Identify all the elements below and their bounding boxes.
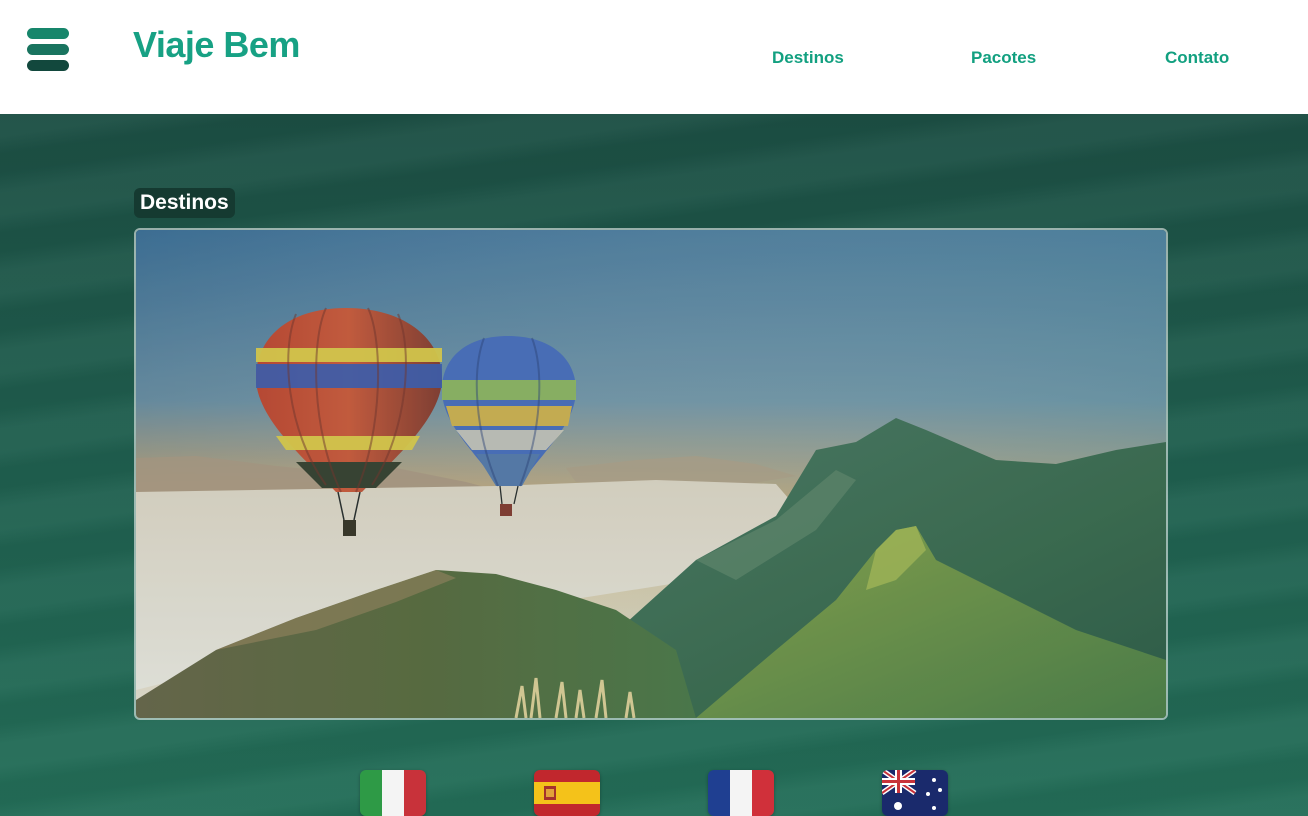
nav-link-pacotes[interactable]: Pacotes bbox=[971, 48, 1036, 68]
nav-link-contato[interactable]: Contato bbox=[1165, 48, 1229, 68]
france-flag-icon[interactable] bbox=[708, 770, 774, 816]
menu-bar-top bbox=[27, 28, 69, 39]
destinations-section: Destinos bbox=[0, 114, 1308, 816]
site-logo[interactable]: Viaje Bem bbox=[133, 24, 300, 66]
spain-flag-icon[interactable] bbox=[534, 770, 600, 816]
site-header: Viaje Bem Destinos Pacotes Contato bbox=[0, 0, 1308, 114]
australia-flag-icon[interactable] bbox=[882, 770, 948, 816]
section-title: Destinos bbox=[134, 188, 235, 218]
menu-bar-bottom bbox=[27, 60, 69, 71]
italy-flag-icon[interactable] bbox=[360, 770, 426, 816]
nav-link-destinos[interactable]: Destinos bbox=[772, 48, 844, 68]
destination-banner-image bbox=[134, 228, 1168, 720]
menu-bar-middle bbox=[27, 44, 69, 55]
country-flags bbox=[0, 770, 1308, 816]
hamburger-menu-icon[interactable] bbox=[27, 28, 69, 72]
